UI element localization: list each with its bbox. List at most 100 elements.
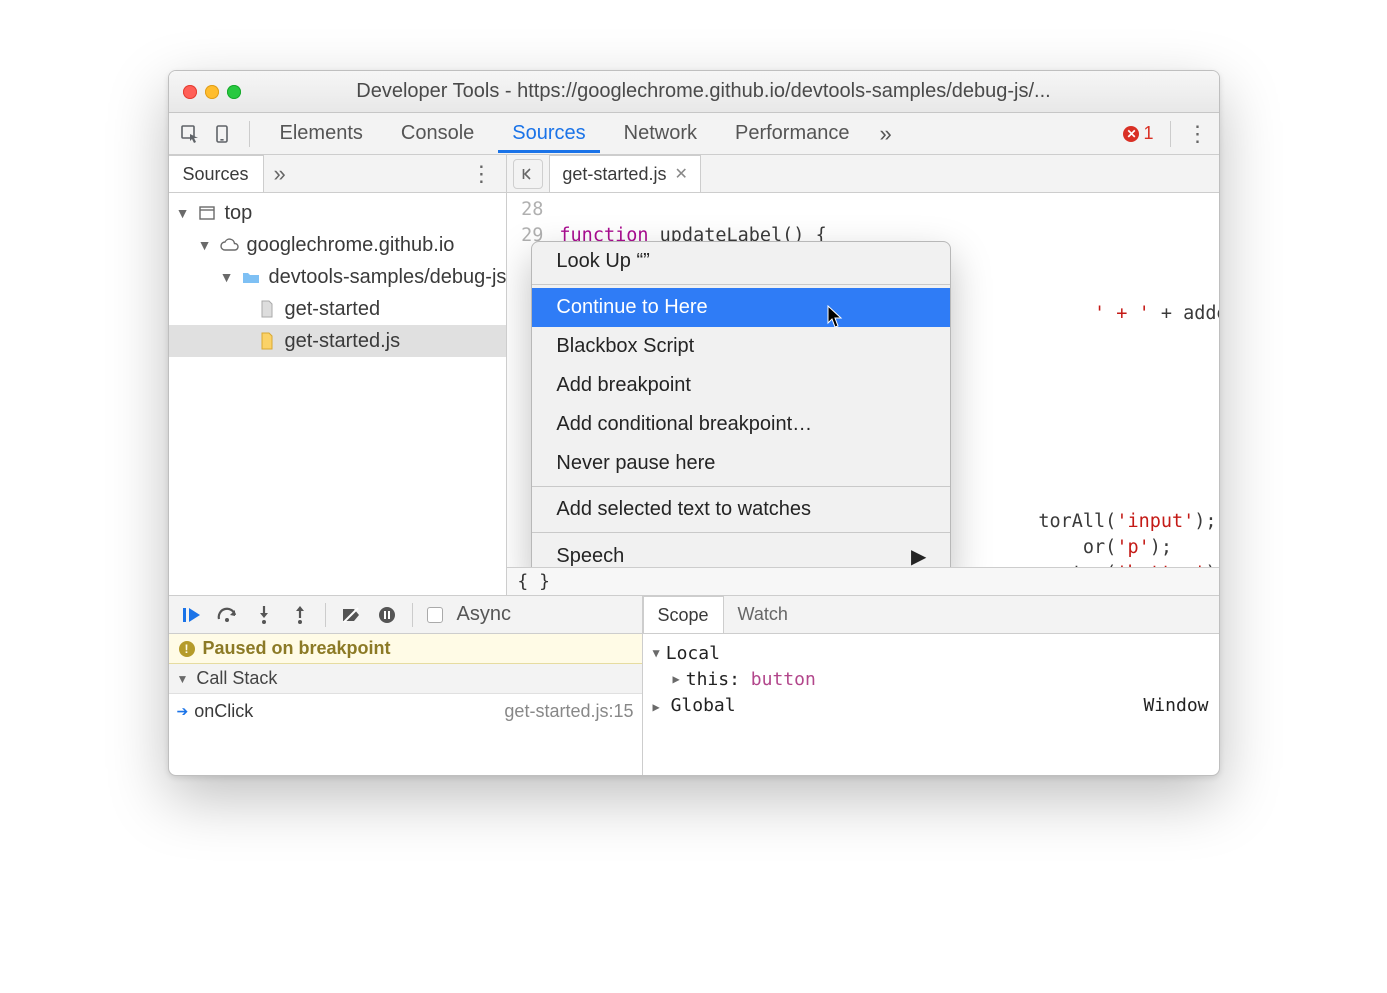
file-tree: ▼ top ▼ googlechrome.github.io ▼ devtool…: [169, 193, 507, 595]
frame-icon: [197, 204, 217, 222]
tabs-overflow[interactable]: »: [874, 121, 898, 147]
scope-global-label: Global: [671, 695, 736, 716]
sources-panel: Sources » ⋮ ▼ top ▼ googlechrome.github.…: [169, 155, 1219, 595]
tree-file-html[interactable]: get-started: [169, 293, 507, 325]
ctx-lookup[interactable]: Look Up “”: [532, 242, 950, 281]
step-out-icon[interactable]: [289, 604, 311, 626]
callstack-header[interactable]: ▼ Call Stack: [169, 664, 642, 694]
ctx-never-pause[interactable]: Never pause here: [532, 444, 950, 483]
tree-file-html-label: get-started: [285, 298, 381, 321]
async-label: Async: [457, 603, 511, 626]
current-frame-icon: ➔: [177, 703, 189, 720]
error-indicator[interactable]: ✕ 1: [1123, 123, 1153, 144]
scope-this-key: this: [686, 669, 729, 690]
frame-location: get-started.js:15: [504, 701, 633, 722]
navigator-menu-icon[interactable]: ⋮: [456, 161, 506, 187]
chevron-down-icon: ▼: [199, 237, 211, 253]
kebab-menu-icon[interactable]: ⋮: [1187, 123, 1209, 145]
pause-exceptions-icon[interactable]: [376, 604, 398, 626]
scope-tree: ▼ Local ▶ this: button ▶ Global Window: [643, 634, 1219, 724]
context-menu: Look Up “” Continue to Here Blackbox Scr…: [531, 241, 951, 567]
tree-domain-label: googlechrome.github.io: [247, 234, 455, 257]
chevron-down-icon: ▼: [653, 646, 660, 660]
tab-network[interactable]: Network: [610, 114, 711, 153]
titlebar: Developer Tools - https://googlechrome.g…: [169, 71, 1219, 113]
chevron-down-icon: ▼: [221, 269, 233, 285]
error-count: 1: [1143, 123, 1153, 144]
cursor-icon: [827, 305, 845, 329]
ctx-add-breakpoint[interactable]: Add breakpoint: [532, 366, 950, 405]
error-icon: ✕: [1123, 126, 1139, 142]
scope-global[interactable]: ▶ Global Window: [653, 692, 1209, 718]
separator: [249, 121, 250, 147]
tab-watch[interactable]: Watch: [724, 596, 802, 633]
step-into-icon[interactable]: [253, 604, 275, 626]
script-icon: [257, 332, 277, 350]
navigator-tabs-overflow[interactable]: »: [264, 161, 296, 187]
tree-folder-label: devtools-samples/debug-js: [269, 266, 507, 289]
deactivate-breakpoints-icon[interactable]: [340, 604, 362, 626]
ctx-speech-label: Speech: [556, 545, 624, 567]
scope-this[interactable]: ▶ this: button: [653, 666, 1209, 692]
callstack-label: Call Stack: [196, 668, 277, 689]
scope-this-val: button: [751, 669, 816, 690]
paused-text: Paused on breakpoint: [203, 638, 391, 659]
info-icon: !: [179, 641, 195, 657]
paused-banner: ! Paused on breakpoint: [169, 634, 642, 664]
tree-file-js[interactable]: get-started.js: [169, 325, 507, 357]
ctx-blackbox[interactable]: Blackbox Script: [532, 327, 950, 366]
scope-local[interactable]: ▼ Local: [653, 640, 1209, 666]
editor-pane: get-started.js ✕ 28 29 function updateLa…: [507, 155, 1219, 595]
async-checkbox[interactable]: [427, 607, 443, 623]
close-window-button[interactable]: [183, 85, 197, 99]
navigator-tabs: Sources » ⋮: [169, 155, 507, 193]
folder-icon: [241, 268, 261, 286]
main-tabstrip: Elements Console Sources Network Perform…: [169, 113, 1219, 155]
editor-tabs: get-started.js ✕: [507, 155, 1219, 193]
navigator-pane: Sources » ⋮ ▼ top ▼ googlechrome.github.…: [169, 155, 508, 595]
resume-icon[interactable]: [181, 604, 203, 626]
scope-local-label: Local: [666, 643, 720, 664]
tab-elements[interactable]: Elements: [266, 114, 377, 153]
cloud-icon: [219, 236, 239, 254]
editor-tab-file[interactable]: get-started.js ✕: [549, 155, 700, 192]
tree-folder[interactable]: ▼ devtools-samples/debug-js: [169, 261, 507, 293]
ctx-add-conditional[interactable]: Add conditional breakpoint…: [532, 405, 950, 444]
tab-scope[interactable]: Scope: [643, 596, 724, 633]
step-over-icon[interactable]: [217, 604, 239, 626]
tab-console[interactable]: Console: [387, 114, 488, 153]
tree-domain[interactable]: ▼ googlechrome.github.io: [169, 229, 507, 261]
debugger-section: Async ! Paused on breakpoint ▼ Call Stac…: [169, 595, 1219, 775]
close-tab-icon[interactable]: ✕: [674, 164, 687, 184]
inspect-element-icon[interactable]: [179, 123, 201, 145]
window-title: Developer Tools - https://googlechrome.g…: [203, 80, 1205, 103]
tab-performance[interactable]: Performance: [721, 114, 864, 153]
scope-global-value: Window: [1143, 695, 1208, 716]
ctx-add-watches[interactable]: Add selected text to watches: [532, 490, 950, 529]
pretty-print-bar: { }: [507, 567, 1219, 595]
history-nav-icon[interactable]: [513, 159, 543, 189]
chevron-down-icon: ▼: [177, 672, 189, 686]
chevron-right-icon: ▶: [653, 700, 660, 714]
tree-file-js-label: get-started.js: [285, 330, 401, 353]
navigator-tab-sources[interactable]: Sources: [169, 155, 264, 192]
tab-sources[interactable]: Sources: [498, 114, 599, 153]
tree-top[interactable]: ▼ top: [169, 197, 507, 229]
tree-top-label: top: [225, 202, 253, 225]
ctx-continue-to-here[interactable]: Continue to Here: [532, 288, 950, 327]
pretty-print-icon[interactable]: { }: [517, 571, 550, 592]
debugger-toolbar: Async: [169, 596, 642, 634]
device-toggle-icon[interactable]: [211, 123, 233, 145]
scope-tabs: Scope Watch: [643, 596, 1219, 634]
document-icon: [257, 300, 277, 318]
debugger-left: Async ! Paused on breakpoint ▼ Call Stac…: [169, 596, 643, 775]
editor-tab-label: get-started.js: [562, 164, 666, 185]
code-editor[interactable]: 28 29 function updateLabel() { var adden…: [507, 193, 1219, 567]
frame-name: onClick: [194, 701, 253, 722]
devtools-window: Developer Tools - https://googlechrome.g…: [168, 70, 1220, 776]
chevron-down-icon: ▼: [177, 205, 189, 221]
submenu-arrow-icon: ▶: [911, 544, 926, 567]
chevron-right-icon: ▶: [673, 672, 680, 686]
callstack-frame[interactable]: ➔ onClick get-started.js:15: [169, 694, 642, 728]
ctx-speech[interactable]: Speech ▶: [532, 536, 950, 567]
